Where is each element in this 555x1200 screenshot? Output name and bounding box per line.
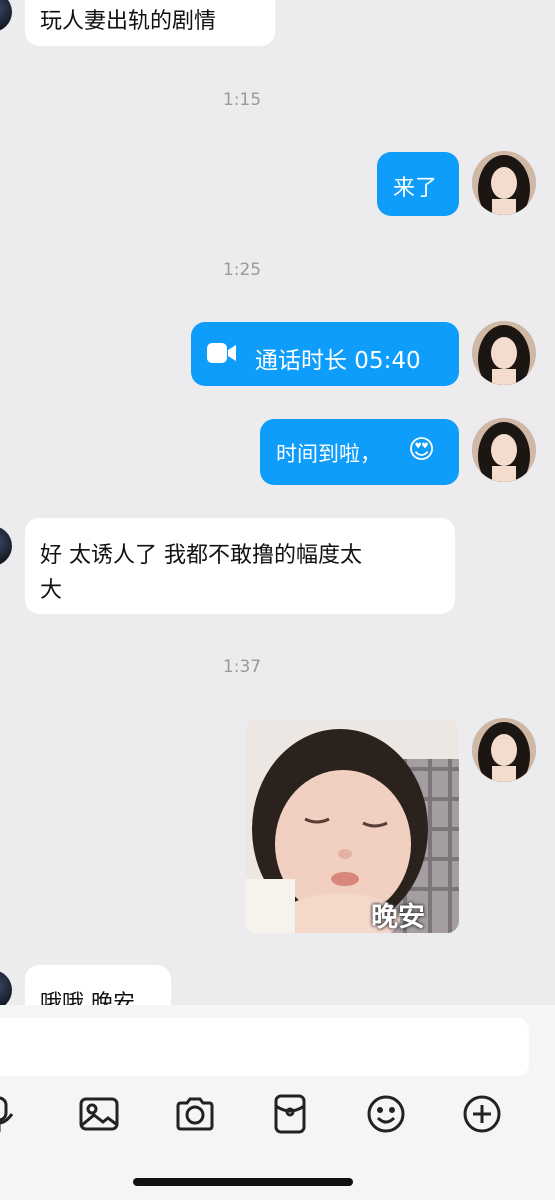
message-text: 哦哦 晚安 <box>40 991 135 1005</box>
message-text: 玩人妻出轨的剧情 <box>40 9 217 34</box>
outgoing-message[interactable]: 时间到啦， 😍 <box>260 419 459 485</box>
red-packet-icon[interactable] <box>268 1092 312 1136</box>
timestamp: 1:37 <box>222 657 262 677</box>
message-text: 时间到啦， <box>276 442 381 466</box>
mic-icon[interactable] <box>0 1092 22 1136</box>
heart-eyes-emoji-icon: 😍 <box>408 435 436 465</box>
call-duration-text: 通话时长 05:40 <box>255 348 421 374</box>
message-input[interactable] <box>0 1018 529 1076</box>
avatar-image <box>472 418 536 482</box>
sticker-caption: 晚安 <box>371 902 425 933</box>
emoji-icon[interactable] <box>364 1092 408 1136</box>
my-avatar[interactable] <box>472 321 536 385</box>
incoming-message[interactable]: 好 太诱人了 我都不敢撸的幅度太 大 <box>25 518 455 614</box>
avatar-image <box>472 321 536 385</box>
message-text: 来了 <box>393 176 438 201</box>
sleeping-baby-sticker-image <box>245 719 459 933</box>
call-record-message[interactable]: 通话时长 05:40 <box>191 322 459 386</box>
message-text-line: 大 <box>40 578 63 603</box>
outgoing-message[interactable]: 来了 <box>377 152 459 216</box>
image-icon[interactable] <box>77 1092 121 1136</box>
contact-avatar[interactable] <box>0 0 12 32</box>
my-avatar[interactable] <box>472 718 536 782</box>
camera-icon[interactable] <box>173 1092 217 1136</box>
timestamp: 1:15 <box>222 90 262 110</box>
contact-avatar[interactable] <box>0 970 12 1005</box>
incoming-message[interactable]: 玩人妻出轨的剧情 <box>25 0 275 46</box>
avatar-image <box>472 718 536 782</box>
my-avatar[interactable] <box>472 418 536 482</box>
avatar-image <box>472 151 536 215</box>
plus-icon[interactable] <box>460 1092 504 1136</box>
incoming-message[interactable]: 哦哦 晚安 <box>25 965 171 1005</box>
chat-area[interactable]: 玩人妻出轨的剧情 1:15 来了 1:25 通话时长 05:40 时间到啦， 😍… <box>0 0 555 1005</box>
video-call-icon <box>207 342 237 368</box>
timestamp: 1:25 <box>222 260 262 280</box>
input-bar <box>0 1005 555 1200</box>
my-avatar[interactable] <box>472 151 536 215</box>
home-indicator[interactable] <box>133 1178 353 1186</box>
contact-avatar[interactable] <box>0 526 12 566</box>
sticker-message[interactable]: 晚安 <box>245 719 459 933</box>
message-text-line: 好 太诱人了 我都不敢撸的幅度太 <box>40 543 362 568</box>
